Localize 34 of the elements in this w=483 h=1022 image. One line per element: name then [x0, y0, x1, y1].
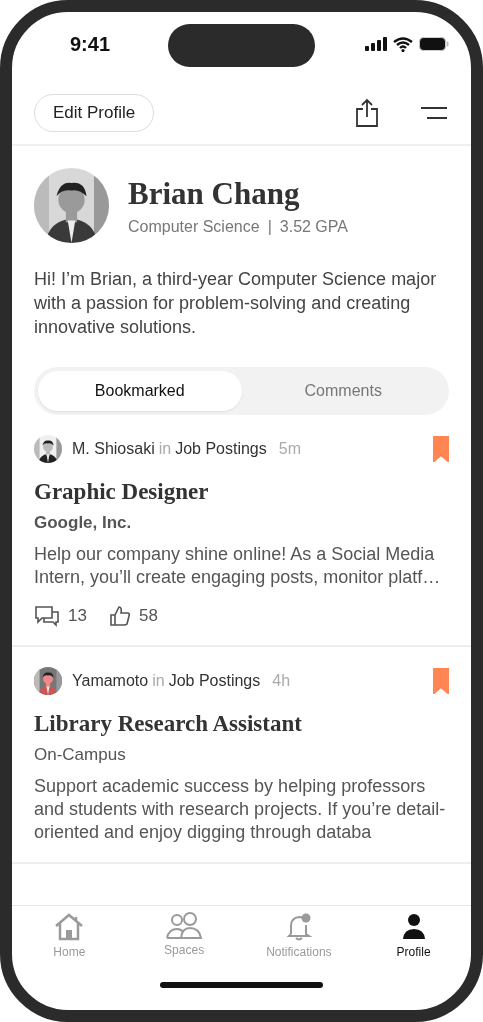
space-link[interactable]: Job Postings [168, 672, 261, 690]
people-icon [165, 912, 204, 940]
post-time: 4h [272, 672, 291, 690]
wifi-icon [393, 36, 413, 52]
comment-count: 13 [68, 606, 87, 626]
in-label: in [158, 440, 172, 458]
status-time: 9:41 [70, 32, 111, 56]
share-icon[interactable] [353, 96, 381, 130]
major-label: Computer Science [128, 217, 260, 236]
like-count: 58 [138, 606, 158, 626]
post-time: 5m [278, 440, 301, 458]
tab[interactable]: Comments [241, 371, 445, 411]
space-link[interactable]: Job Postings [175, 440, 267, 458]
separator: | [267, 217, 272, 236]
post-body: Support academic success by helping professors and students with research projects. If you’re detail-oriented and enjoy digging through databa [34, 775, 447, 844]
thumbs-up-icon[interactable] [108, 605, 131, 627]
post-organization: On-Campus [34, 745, 127, 765]
post-author[interactable]: M. Shiosaki [72, 440, 155, 458]
nav-item[interactable]: Profile [356, 912, 471, 970]
tab[interactable]: Bookmarked [38, 371, 242, 411]
profile-bio: Hi! I’m Brian, a third-year Computer Science major with a passion for problem-solving and creating innovative solutions. [34, 268, 438, 339]
post-body: Help our company shine online! As a Social Media Intern, you’ll create engaging posts, monitor platf… [34, 543, 442, 589]
post-author[interactable]: Yamamoto [72, 672, 149, 690]
in-label: in [152, 672, 165, 690]
post-title: Library Research Assistant [34, 711, 303, 737]
battery-icon [419, 37, 449, 51]
post-title: Graphic Designer [34, 479, 210, 505]
signal-icon [365, 37, 387, 51]
comment-icon[interactable] [34, 605, 60, 627]
menu-icon[interactable] [419, 104, 449, 122]
post-organization: Google, Inc. [34, 513, 133, 533]
edit-profile-button[interactable]: Edit Profile [34, 94, 155, 132]
gpa-label: 3.52 GPA [279, 217, 348, 236]
profile-name: Brian Chang [128, 175, 301, 212]
